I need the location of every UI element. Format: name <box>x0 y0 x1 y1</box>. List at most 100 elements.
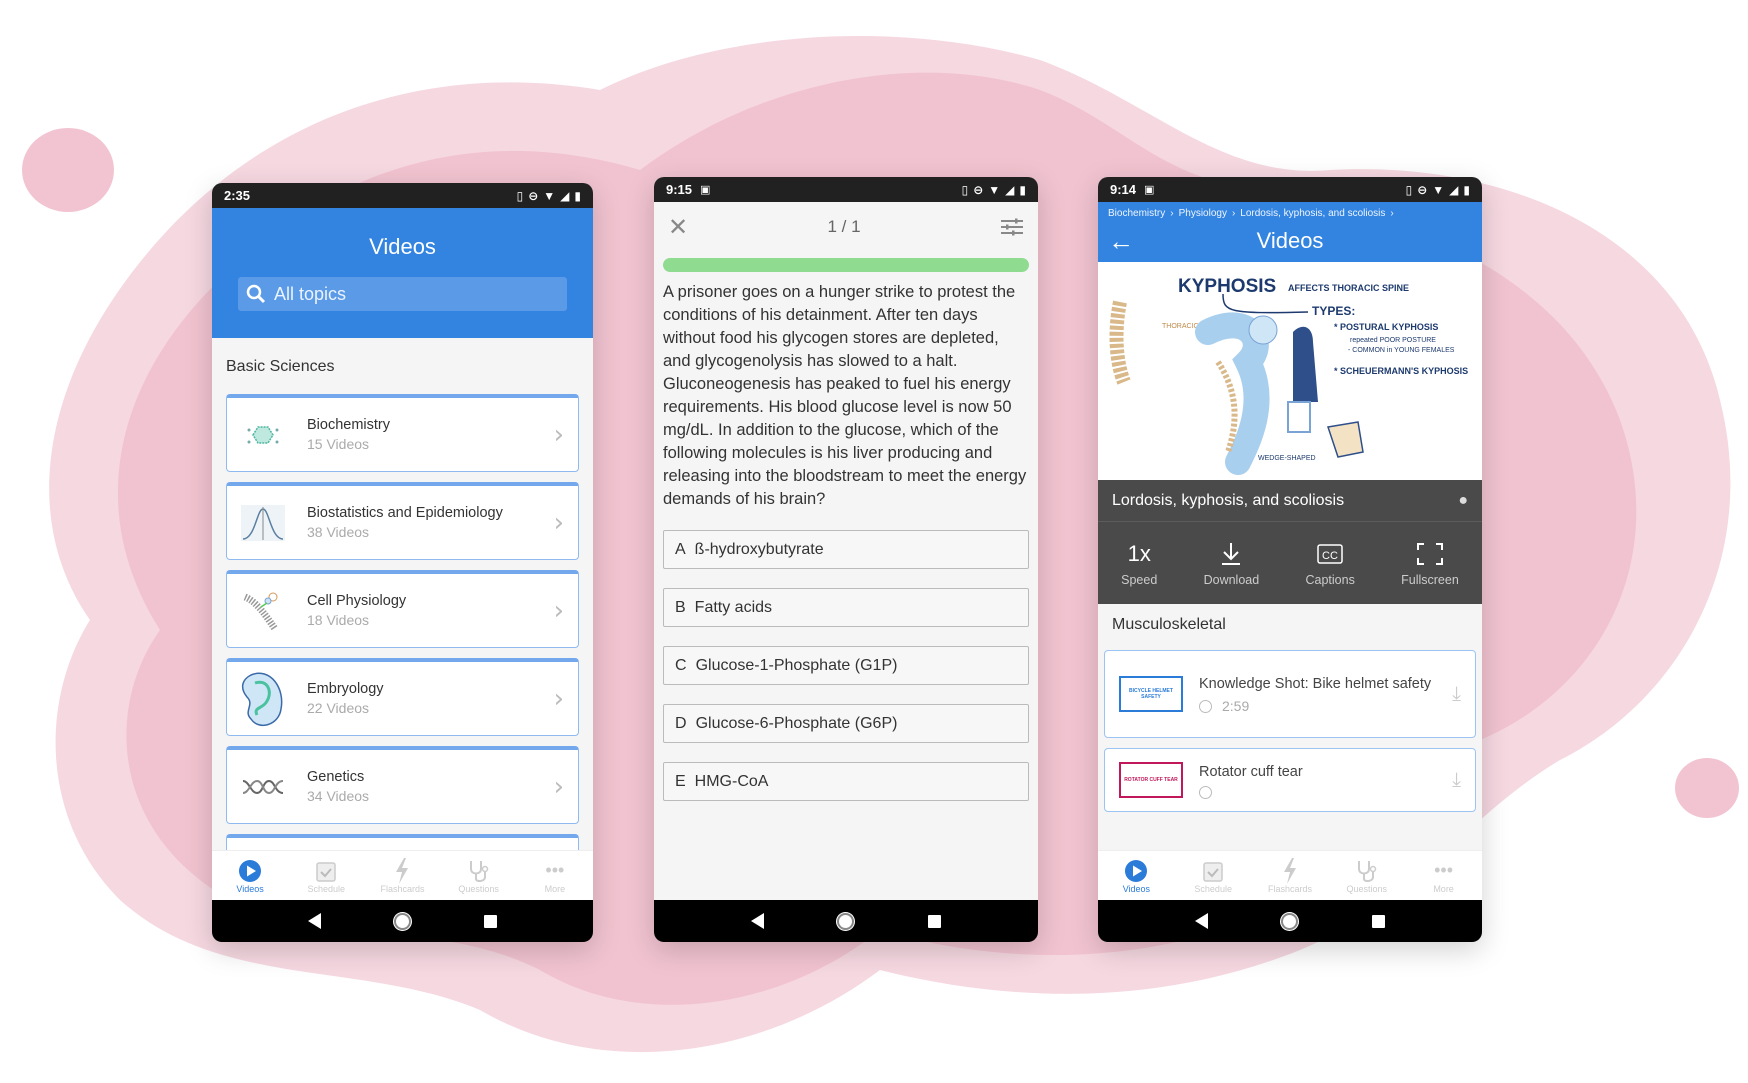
breadcrumb-item[interactable]: Physiology <box>1179 208 1227 219</box>
phone-question: 9:15 ▣ ▯ ⊖ ▼ ◢ ▮ ✕ 1 / 1 A prisoner goes … <box>654 177 1038 942</box>
captions-button[interactable]: CC Captions <box>1305 539 1355 587</box>
section-heading: Basic Sciences <box>226 358 335 375</box>
topic-item[interactable]: Biochemistry 15 Videos › <box>226 394 579 472</box>
download-icon <box>1221 539 1241 569</box>
answer-option[interactable]: E HMG-CoA <box>663 762 1029 801</box>
topic-count: 34 Videos <box>307 788 370 804</box>
tab-label: Videos <box>236 883 264 894</box>
download-button[interactable]: Download <box>1203 539 1260 587</box>
back-icon[interactable] <box>1194 913 1208 929</box>
home-icon[interactable] <box>837 912 855 930</box>
progress-ring-icon <box>1199 785 1212 799</box>
decor-circle-right <box>1675 758 1739 818</box>
answer-option[interactable]: D Glucose-6-Phosphate (G6P) <box>663 704 1029 743</box>
stethoscope-icon <box>467 858 491 884</box>
illustration-subtitle: AFFECTS THORACIC SPINE <box>1288 283 1409 293</box>
speed-value: 1x <box>1127 541 1151 566</box>
breadcrumb: Biochemistry › Physiology › Lordosis, kyph… <box>1098 202 1482 219</box>
topic-name: Biochemistry <box>307 417 390 433</box>
video-thumb: BICYCLE HELMET SAFETY <box>1119 676 1183 712</box>
breadcrumb-item[interactable]: Biochemistry <box>1108 208 1165 219</box>
breadcrumb-item[interactable]: Lordosis, kyphosis, and scoliosis <box>1240 208 1385 219</box>
answer-list: Aß-hydroxybutyrate B Fatty acids C Glucose… <box>654 511 1038 801</box>
illustration-text: - COMMON in YOUNG FEMALES <box>1348 347 1455 354</box>
tab-videos[interactable]: Videos <box>220 858 280 894</box>
topic-item[interactable]: Cell Physiology 18 Videos › <box>226 570 579 648</box>
search-icon <box>246 284 266 304</box>
tab-videos[interactable]: Videos <box>1106 858 1166 894</box>
answer-letter: C <box>675 656 687 674</box>
bottom-tab-bar: Videos Schedule Flashcards Questions •••… <box>212 850 593 900</box>
back-arrow-icon[interactable]: ← <box>1108 226 1134 257</box>
answer-text: ß-hydroxybutyrate <box>694 540 824 558</box>
tab-more[interactable]: ••• More <box>1414 858 1474 894</box>
back-icon[interactable] <box>750 913 764 929</box>
bottom-tab-bar: Videos Schedule Flashcards Questions •••… <box>1098 850 1482 900</box>
answer-option[interactable]: Aß-hydroxybutyrate <box>663 530 1029 569</box>
battery-icon: ▮ <box>1463 182 1470 197</box>
topic-item[interactable]: Genetics 34 Videos › <box>226 746 579 824</box>
answer-text: HMG-CoA <box>694 772 769 790</box>
tab-schedule[interactable]: Schedule <box>1183 858 1243 894</box>
video-title: Lordosis, kyphosis, and scoliosis <box>1112 491 1345 509</box>
video-thumbnail[interactable]: KYPHOSIS AFFECTS THORACIC SPINE TYPES: *… <box>1098 262 1482 480</box>
topic-item[interactable]: Biostatistics and Epidemiology 38 Videos … <box>226 482 579 560</box>
home-icon[interactable] <box>393 912 411 930</box>
thumb-text: BICYCLE HELMET SAFETY <box>1129 688 1173 700</box>
control-label: Speed <box>1121 573 1158 587</box>
control-label: Download <box>1203 573 1260 587</box>
illustration-types: TYPES: <box>1312 304 1355 318</box>
status-time: 2:35 <box>224 188 251 203</box>
download-icon[interactable]: ⤓ <box>1452 683 1461 706</box>
download-icon[interactable]: ⤓ <box>1452 769 1461 792</box>
search-input[interactable]: All topics <box>238 277 567 311</box>
illustration-text: * SCHEUERMANN'S KYPHOSIS <box>1334 366 1468 376</box>
question-toolbar: ✕ 1 / 1 <box>654 202 1038 252</box>
dnd-icon: ⊖ <box>528 188 539 203</box>
map-notification-icon: ▣ <box>1144 184 1155 196</box>
stethoscope-icon <box>1355 858 1379 884</box>
phone-videos-list: 2:35 ▯ ⊖ ▼ ◢ ▮ Videos All topics Basic S… <box>212 183 593 942</box>
comment-icon[interactable]: ● <box>1458 492 1468 510</box>
calendar-check-icon <box>315 858 337 884</box>
speed-button[interactable]: 1x Speed <box>1121 539 1157 587</box>
question-counter: 1 / 1 <box>827 217 861 236</box>
tab-label: Schedule <box>307 883 346 894</box>
tab-questions[interactable]: Questions <box>1337 858 1397 894</box>
system-nav-bar <box>212 900 593 942</box>
phone-video-player: 9:14 ▣ ▯ ⊖ ▼ ◢ ▮ Biochemistry › Physiology… <box>1098 177 1482 942</box>
chevron-right-icon: › <box>553 771 564 802</box>
tab-questions[interactable]: Questions <box>449 858 509 894</box>
fullscreen-button[interactable]: Fullscreen <box>1401 539 1459 587</box>
recents-icon[interactable] <box>483 914 497 928</box>
answer-letter: E <box>675 772 686 790</box>
tab-more[interactable]: ••• More <box>525 858 585 894</box>
section-heading: Musculoskeletal <box>1112 616 1226 633</box>
recents-icon[interactable] <box>1372 914 1386 928</box>
answer-option[interactable]: C Glucose-1-Phosphate (G1P) <box>663 646 1029 685</box>
settings-sliders-icon[interactable] <box>1000 217 1024 237</box>
back-icon[interactable] <box>308 913 322 929</box>
answer-option[interactable]: B Fatty acids <box>663 588 1029 627</box>
home-icon[interactable] <box>1281 912 1299 930</box>
cell-physiology-icon <box>241 589 285 633</box>
close-icon[interactable]: ✕ <box>668 213 688 242</box>
video-item[interactable]: BICYCLE HELMET SAFETY Knowledge Shot: Bi… <box>1104 650 1476 738</box>
signal-icon: ◢ <box>560 188 570 203</box>
tab-label: Videos <box>1122 883 1151 894</box>
tab-label: Flashcards <box>1267 883 1312 894</box>
tab-schedule[interactable]: Schedule <box>296 858 356 894</box>
topic-item-partial[interactable] <box>226 834 579 850</box>
tab-flashcards[interactable]: Flashcards <box>372 857 432 894</box>
tab-flashcards[interactable]: Flashcards <box>1260 857 1320 894</box>
breadcrumb-separator-icon: › <box>1170 208 1174 219</box>
system-nav-bar <box>1098 900 1482 942</box>
topic-item[interactable]: Embryology 22 Videos › <box>226 658 579 736</box>
topic-name: Cell Physiology <box>307 593 407 609</box>
tab-label: More <box>1433 883 1454 894</box>
video-item[interactable]: ROTATOR CUFF TEAR Rotator cuff tear ⤓ <box>1104 748 1476 812</box>
recents-icon[interactable] <box>928 914 942 928</box>
topic-list: Biochemistry 15 Videos › Biostatistics an… <box>212 394 593 850</box>
progress-fill <box>663 258 1029 272</box>
dnd-icon: ⊖ <box>973 182 984 197</box>
